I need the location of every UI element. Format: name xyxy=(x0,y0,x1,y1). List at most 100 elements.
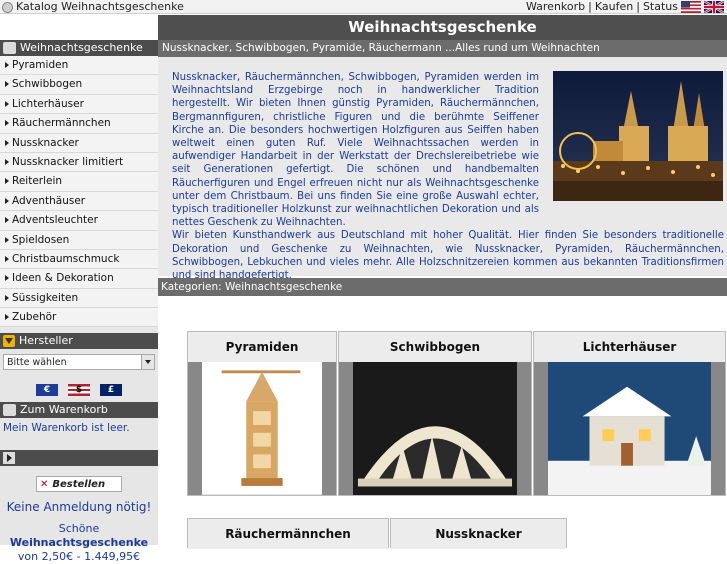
category-card-nussknacker[interactable]: Nussknacker xyxy=(390,518,567,549)
christmas-market-image xyxy=(553,71,723,201)
category-title[interactable]: Lichterhäuser xyxy=(534,332,725,362)
sidebar-item-adventhaeuser[interactable]: Adventhäuser xyxy=(0,192,158,212)
nav-label: Süssigkeiten xyxy=(12,291,79,304)
us-flag-icon[interactable] xyxy=(681,1,701,13)
arrow-right-icon xyxy=(5,100,9,107)
nav-label: Adventhäuser xyxy=(12,194,86,207)
top-link-status[interactable]: Status xyxy=(643,0,678,14)
sidebar-item-suessigkeiten[interactable]: Süssigkeiten xyxy=(0,289,158,309)
sidebar-item-reiterlein[interactable]: Reiterlein xyxy=(0,172,158,192)
arrow-right-icon xyxy=(5,158,9,165)
sidebar-item-nussknacker-limitiert[interactable]: Nussknacker limitiert xyxy=(0,153,158,173)
sidebar-item-zubehoer[interactable]: Zubehör xyxy=(0,308,158,328)
play-icon xyxy=(3,452,15,465)
intro-paragraph-2: Wir bieten Kunsthandwerk aus Deutschland… xyxy=(172,230,724,282)
nav-header: Weihnachtsgeschenke xyxy=(0,40,158,56)
no-login-note: Keine Anmeldung nötig! xyxy=(6,500,152,515)
nav-label: Spieldosen xyxy=(12,233,70,246)
checkout-header xyxy=(0,450,158,467)
category-card-lichterhaeuser[interactable]: Lichterhäuser xyxy=(533,331,726,496)
arrow-right-icon xyxy=(5,294,9,301)
sidebar-item-schwibbogen[interactable]: Schwibbogen xyxy=(0,75,158,95)
category-card-raeuchermaennchen[interactable]: Räuchermännchen xyxy=(187,518,389,549)
nav-label: Ideen & Dekoration xyxy=(12,272,114,285)
sidebar-item-nussknacker[interactable]: Nussknacker xyxy=(0,134,158,153)
sidebar-item-spieldosen[interactable]: Spieldosen xyxy=(0,231,158,250)
sidebar-item-adventsleuchter[interactable]: Adventsleuchter xyxy=(0,211,158,231)
catalog-link[interactable]: Katalog Weihnachtsgeschenke xyxy=(16,0,184,14)
close-icon: ✕ xyxy=(40,478,49,490)
sidebar: Weihnachtsgeschenke Pyramiden Schwibboge… xyxy=(0,40,158,563)
schwibbogen-image xyxy=(353,362,517,496)
filter-icon xyxy=(3,335,15,348)
category-card-pyramiden[interactable]: Pyramiden xyxy=(187,331,337,496)
promo-text: Schöne Weihnachtsgeschenke von 2,50€ - 1… xyxy=(0,522,158,564)
categories-grid: Pyramiden Schwibbogen Lichterhäuser Räuc… xyxy=(158,296,727,549)
manufacturer-label: Hersteller xyxy=(19,334,73,348)
arrow-right-icon xyxy=(5,255,9,262)
category-icon xyxy=(3,42,16,54)
arrow-right-icon xyxy=(5,275,9,282)
sidebar-item-ideen-dekoration[interactable]: Ideen & Dekoration xyxy=(0,269,158,289)
select-value: Bitte wählen xyxy=(7,356,67,368)
category-title[interactable]: Schwibbogen xyxy=(339,332,531,362)
nav-label: Reiterlein xyxy=(12,175,63,188)
arrow-right-icon xyxy=(5,120,9,127)
currency-selector: € $ £ xyxy=(0,384,158,398)
nav-label: Zubehör xyxy=(12,311,57,324)
pound-currency-icon[interactable]: £ xyxy=(100,384,122,397)
manufacturer-select[interactable]: Bitte wählen xyxy=(3,354,155,371)
sidebar-item-pyramiden[interactable]: Pyramiden xyxy=(0,56,158,76)
category-card-schwibbogen[interactable]: Schwibbogen xyxy=(338,331,532,496)
top-link-kaufen[interactable]: Kaufen xyxy=(595,0,633,14)
intro-paragraph-1: Nussknacker, Räuchermännchen, Schwibboge… xyxy=(172,72,539,229)
nav-label: Räuchermännchen xyxy=(12,117,111,130)
nav-label: Schwibbogen xyxy=(12,78,83,91)
cart-header-label: Zum Warenkorb xyxy=(20,403,108,417)
chevron-down-icon[interactable] xyxy=(141,355,154,370)
arrow-right-icon xyxy=(5,139,9,146)
category-nav: Pyramiden Schwibbogen Lichterhäuser Räuc… xyxy=(0,56,158,328)
euro-currency-icon[interactable]: € xyxy=(36,384,58,397)
promo-link[interactable]: Weihnachtsgeschenke xyxy=(10,536,148,549)
lichterhaus-image xyxy=(548,362,711,496)
cart-header[interactable]: Zum Warenkorb xyxy=(0,402,158,419)
category-title[interactable]: Pyramiden xyxy=(188,332,336,362)
nav-label: Nussknacker limitiert xyxy=(12,155,124,168)
page-subtitle: Nussknacker, Schwibbogen, Pyramide, Räuc… xyxy=(158,40,727,57)
cart-status[interactable]: Mein Warenkorb ist leer. xyxy=(0,418,158,438)
arrow-right-icon xyxy=(5,314,9,321)
sidebar-item-lichterhaeuser[interactable]: Lichterhäuser xyxy=(0,95,158,115)
arrow-right-icon xyxy=(5,62,9,68)
arrow-right-icon xyxy=(5,197,9,204)
arrow-right-icon xyxy=(5,236,9,243)
nav-header-label: Weihnachtsgeschenke xyxy=(20,41,143,54)
page-title: Weihnachtsgeschenke xyxy=(158,15,727,40)
nav-label: Pyramiden xyxy=(12,59,69,71)
promo-prefix: Schöne xyxy=(58,522,100,536)
manufacturer-header: Hersteller xyxy=(0,333,158,350)
separator: | xyxy=(636,0,640,13)
uk-flag-icon[interactable] xyxy=(704,1,724,13)
top-links: Warenkorb | Kaufen | Status xyxy=(526,0,724,14)
categories-bar: Kategorien: Weihnachtsgeschenke xyxy=(158,278,727,296)
sidebar-item-christbaumschmuck[interactable]: Christbaumschmuck xyxy=(0,250,158,270)
dollar-currency-icon[interactable]: $ xyxy=(68,384,90,397)
arrow-right-icon xyxy=(5,217,9,224)
arrow-right-icon xyxy=(5,178,9,185)
promo-price: von 2,50€ - 1.449,95€ xyxy=(17,550,141,564)
top-bar: Katalog Weihnachtsgeschenke Warenkorb | … xyxy=(0,0,727,14)
nav-label: Adventsleuchter xyxy=(12,214,98,227)
order-button[interactable]: ✕ Bestellen xyxy=(36,476,122,493)
arrow-right-icon xyxy=(5,81,9,88)
sidebar-item-raeuchermaennchen[interactable]: Räuchermännchen xyxy=(0,114,158,134)
nav-label: Nussknacker xyxy=(12,136,79,149)
catalog-link-wrap[interactable]: Katalog Weihnachtsgeschenke xyxy=(2,0,184,14)
cart-icon xyxy=(3,404,16,417)
top-link-warenkorb[interactable]: Warenkorb xyxy=(526,0,585,14)
separator: | xyxy=(588,0,592,13)
order-label: Bestellen xyxy=(52,478,106,490)
nav-label: Christbaumschmuck xyxy=(12,252,120,265)
nav-label: Lichterhäuser xyxy=(12,97,84,110)
home-icon xyxy=(2,1,13,13)
